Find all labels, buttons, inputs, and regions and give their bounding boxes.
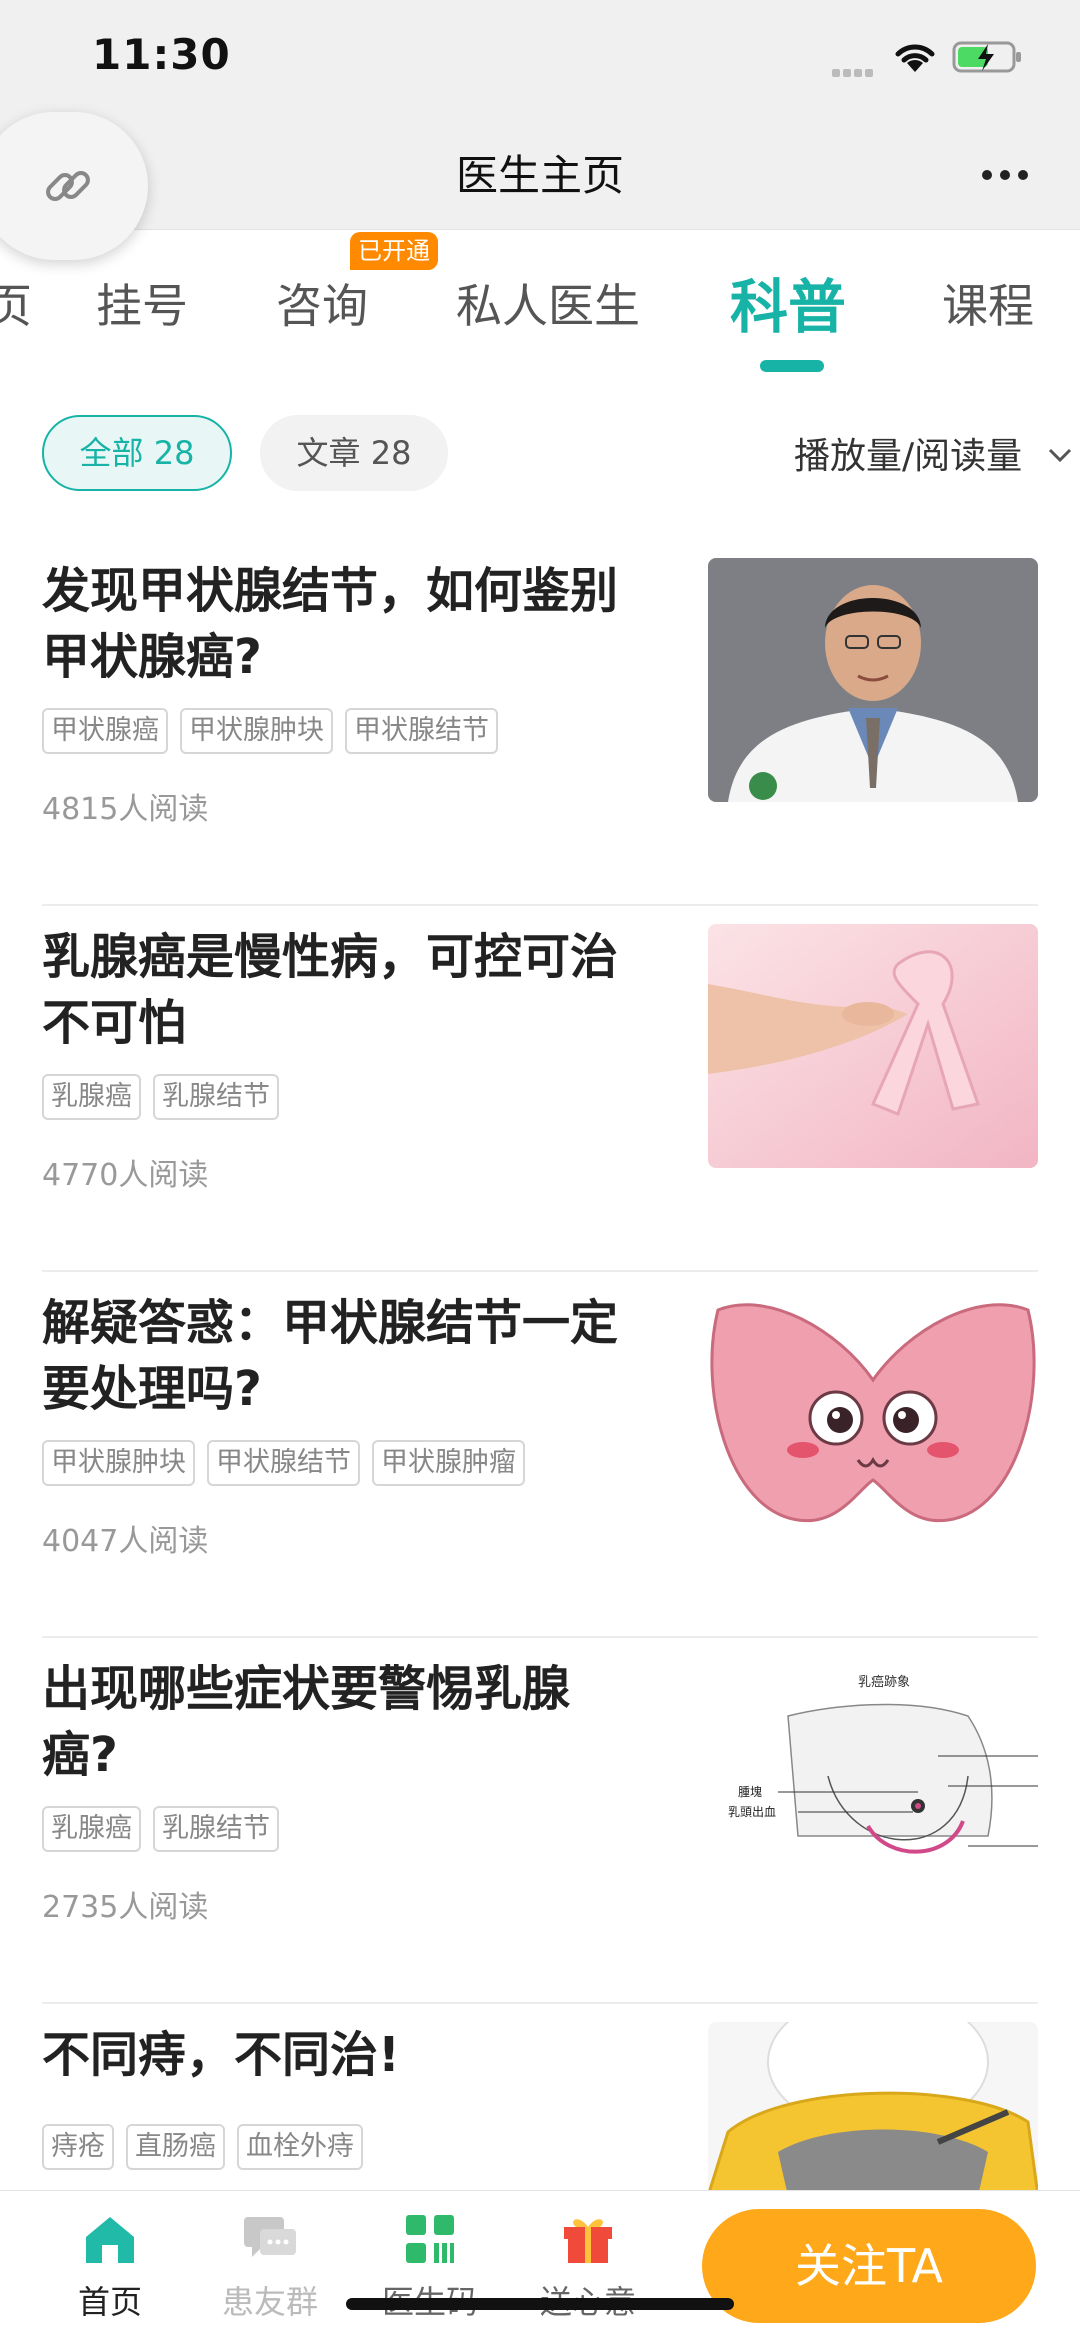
list-item[interactable]: 发现甲状腺结节，如何鉴别甲状腺癌? 甲状腺癌 甲状腺肿块 甲状腺结节 4815人阅读 xyxy=(42,540,1038,906)
tag[interactable]: 甲状腺结节 xyxy=(345,708,498,754)
filter-article-chip[interactable]: 文章 28 xyxy=(260,415,448,491)
tag[interactable]: 乳腺结节 xyxy=(153,1074,279,1120)
gift-icon xyxy=(564,2219,612,2263)
more-icon[interactable] xyxy=(980,168,1030,182)
tag-list: 甲状腺肿块 甲状腺结节 甲状腺肿瘤 xyxy=(42,1440,537,1488)
article-thumbnail[interactable] xyxy=(708,558,1038,802)
read-count: 4815人阅读 xyxy=(42,792,209,827)
tag-list: 痔疮 直肠癌 血栓外痔 xyxy=(42,2124,375,2172)
tag-list: 甲状腺癌 甲状腺肿块 甲状腺结节 xyxy=(42,708,510,756)
tag-list: 乳腺癌 乳腺结节 xyxy=(42,1074,291,1122)
home-icon xyxy=(86,2217,134,2263)
tag[interactable]: 直肠癌 xyxy=(126,2124,225,2170)
article-title[interactable]: 解疑答惑：甲状腺结节一定要处理吗? xyxy=(42,1290,642,1422)
tab-consult[interactable]: 咨询 xyxy=(276,270,368,336)
diagram-label-lump: 腫塊 xyxy=(738,1784,762,1799)
bottom-nav: 首页 患友群 医生码 送心意 关注TA xyxy=(0,2190,1080,2337)
nav-home[interactable]: 首页 xyxy=(40,2211,180,2323)
pink-ribbon-image xyxy=(708,924,1038,1168)
tab-home[interactable]: 页 xyxy=(0,270,32,336)
article-thumbnail[interactable] xyxy=(708,2022,1038,2196)
tag[interactable]: 甲状腺癌 xyxy=(42,708,168,754)
tag[interactable]: 甲状腺结节 xyxy=(207,1440,360,1486)
article-title[interactable]: 不同痔，不同治! xyxy=(42,2022,642,2088)
nav-home-label: 首页 xyxy=(77,2283,142,2321)
wifi-icon xyxy=(895,44,935,72)
list-item[interactable]: 解疑答惑：甲状腺结节一定要处理吗? 甲状腺肿块 甲状腺结节 甲状腺肿瘤 4047人阅… xyxy=(42,1272,1038,1638)
tag-list: 乳腺癌 乳腺结节 xyxy=(42,1806,291,1854)
article-thumbnail[interactable] xyxy=(708,924,1038,1168)
home-indicator xyxy=(346,2298,734,2310)
list-item[interactable]: 乳腺癌是慢性病，可控可治不可怕 乳腺癌 乳腺结节 4770人阅读 xyxy=(42,906,1038,1272)
sort-dropdown[interactable]: 播放量/阅读量 xyxy=(794,427,1022,479)
tag[interactable]: 痔疮 xyxy=(42,2124,114,2170)
tab-bar: 页 挂号 咨询 已开通 私人医生 科普 课程 xyxy=(0,230,1080,380)
diagram-title: 乳癌跡象 xyxy=(858,1674,910,1690)
active-tab-indicator xyxy=(760,360,824,372)
tab-private-doctor[interactable]: 私人医生 xyxy=(456,270,640,336)
diagram-label-bleeding: 乳頭出血 xyxy=(728,1805,776,1819)
tag[interactable]: 甲状腺肿块 xyxy=(180,708,333,754)
article-title[interactable]: 出现哪些症状要警惕乳腺癌? xyxy=(42,1656,642,1788)
tag[interactable]: 血栓外痔 xyxy=(237,2124,363,2170)
tab-science[interactable]: 科普 xyxy=(730,260,846,344)
filter-row: 全部 28 文章 28 播放量/阅读量 xyxy=(0,415,1080,495)
tag[interactable]: 乳腺癌 xyxy=(42,1806,141,1852)
read-count: 2735人阅读 xyxy=(42,1890,209,1925)
chevron-down-icon[interactable] xyxy=(1048,447,1072,463)
consult-badge: 已开通 xyxy=(350,232,438,270)
status-bar: 11:30 xyxy=(0,0,1080,110)
nav-bar: 医生主页 xyxy=(0,110,1080,230)
article-title[interactable]: 乳腺癌是慢性病，可控可治不可怕 xyxy=(42,924,642,1056)
chat-icon xyxy=(244,2217,296,2257)
cartoon-thyroid-image xyxy=(708,1290,1038,1534)
tab-register[interactable]: 挂号 xyxy=(96,270,188,336)
doctor-portrait-image xyxy=(708,558,1038,802)
article-title[interactable]: 发现甲状腺结节，如何鉴别甲状腺癌? xyxy=(42,558,642,690)
tab-courses[interactable]: 课程 xyxy=(942,270,1034,336)
read-count: 4770人阅读 xyxy=(42,1158,209,1193)
filter-all-chip[interactable]: 全部 28 xyxy=(42,415,232,491)
battery-icon xyxy=(952,41,1021,73)
article-thumbnail[interactable]: 乳癌跡象 腫塊 乳頭出血 xyxy=(708,1656,1038,1900)
page-title: 医生主页 xyxy=(455,151,624,200)
nav-group[interactable]: 患友群 xyxy=(200,2211,340,2323)
toilet-illustration-image xyxy=(708,2022,1038,2196)
article-thumbnail[interactable] xyxy=(708,1290,1038,1534)
qr-code-icon xyxy=(406,2215,454,2263)
tag[interactable]: 甲状腺肿块 xyxy=(42,1440,195,1486)
tag[interactable]: 乳腺癌 xyxy=(42,1074,141,1120)
list-item[interactable]: 出现哪些症状要警惕乳腺癌? 乳腺癌 乳腺结节 2735人阅读 乳癌跡象 腫塊 乳頭… xyxy=(42,1638,1038,2004)
follow-button[interactable]: 关注TA xyxy=(702,2209,1036,2323)
breast-diagram-image: 乳癌跡象 腫塊 乳頭出血 xyxy=(708,1656,1038,1900)
signal-icon xyxy=(832,62,878,77)
tag[interactable]: 甲状腺肿瘤 xyxy=(372,1440,525,1486)
tag[interactable]: 乳腺结节 xyxy=(153,1806,279,1852)
link-icon xyxy=(46,171,90,201)
share-link-button[interactable] xyxy=(0,112,148,260)
read-count: 4047人阅读 xyxy=(42,1524,209,1559)
status-time: 11:30 xyxy=(92,30,231,79)
nav-group-label: 患友群 xyxy=(221,2283,318,2321)
